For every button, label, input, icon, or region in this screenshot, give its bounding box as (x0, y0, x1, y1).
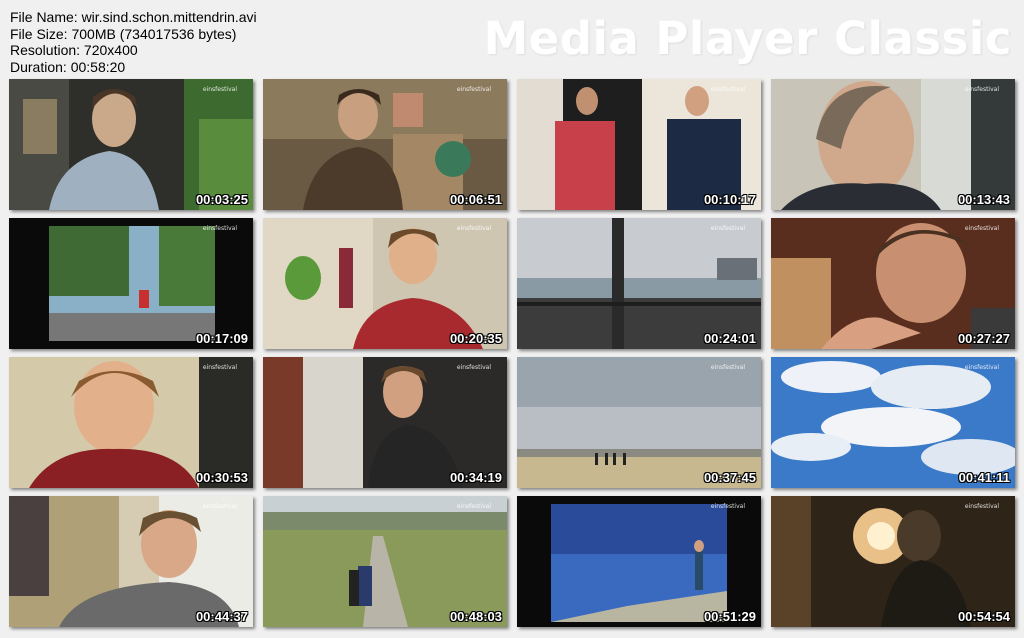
thumbnail-frame (263, 496, 507, 627)
thumbnail[interactable]: einsfestival 00:37:45 (517, 357, 761, 488)
thumbnail-frame (517, 496, 761, 627)
channel-logo: einsfestival (456, 503, 491, 510)
timestamp: 00:24:01 (703, 331, 756, 346)
thumbnail-frame (263, 218, 507, 349)
channel-logo: einsfestival (964, 503, 999, 510)
timestamp: 00:06:51 (449, 192, 502, 207)
channel-logo: einsfestival (202, 364, 237, 371)
channel-logo: einsfestival (710, 86, 745, 93)
resolution: Resolution: 720x400 (10, 42, 138, 58)
thumbnail-frame (517, 357, 761, 488)
channel-logo: einsfestival (710, 364, 745, 371)
thumbnail-frame (517, 79, 761, 210)
timestamp: 00:37:45 (703, 470, 756, 485)
timestamp: 00:10:17 (703, 192, 756, 207)
timestamp: 00:54:54 (957, 609, 1010, 624)
thumbnail[interactable]: einsfestival 00:44:37 (9, 496, 253, 627)
app-watermark: Media Player Classic (483, 12, 1012, 65)
timestamp: 00:48:03 (449, 609, 502, 624)
thumbnail[interactable]: einsfestival 00:24:01 (517, 218, 761, 349)
file-name: File Name: wir.sind.schon.mittendrin.avi (10, 9, 257, 25)
channel-logo: einsfestival (202, 225, 237, 232)
thumbnail-frame (9, 496, 253, 627)
thumbnail-frame (263, 357, 507, 488)
thumbnail-frame (9, 218, 253, 349)
thumbnail[interactable]: einsfestival 00:51:29 (517, 496, 761, 627)
thumbnail[interactable]: einsfestival 00:30:53 (9, 357, 253, 488)
file-info: File Name: wir.sind.schon.mittendrin.avi… (10, 9, 257, 75)
file-size: File Size: 700MB (734017536 bytes) (10, 25, 237, 42)
channel-logo: einsfestival (202, 503, 237, 510)
timestamp: 00:03:25 (195, 192, 248, 207)
channel-logo: einsfestival (964, 225, 999, 232)
thumbnail-frame (771, 357, 1015, 488)
thumbnail[interactable]: einsfestival 00:48:03 (263, 496, 507, 627)
timestamp: 00:20:35 (449, 331, 502, 346)
thumbnail[interactable]: einsfestival 00:27:27 (771, 218, 1015, 349)
thumbnail-frame (771, 79, 1015, 210)
thumbnail[interactable]: einsfestival 00:13:43 (771, 79, 1015, 210)
channel-logo: einsfestival (202, 86, 237, 93)
timestamp: 00:51:29 (703, 609, 756, 624)
thumbnail-frame (771, 218, 1015, 349)
timestamp: 00:30:53 (195, 470, 248, 485)
thumbnail[interactable]: einsfestival 00:54:54 (771, 496, 1015, 627)
thumbnail[interactable]: einsfestival 00:34:19 (263, 357, 507, 488)
thumbnail-grid: einsfestival 00:03:25 einsfestival 00:06… (9, 79, 1015, 627)
thumbnail[interactable]: einsfestival 00:41:11 (771, 357, 1015, 488)
timestamp: 00:41:11 (958, 470, 1010, 485)
channel-logo: einsfestival (964, 364, 999, 371)
thumbnail[interactable]: einsfestival 00:17:09 (9, 218, 253, 349)
thumbnail[interactable]: einsfestival 00:03:25 (9, 79, 253, 210)
channel-logo: einsfestival (456, 364, 491, 371)
channel-logo: einsfestival (456, 225, 491, 232)
timestamp: 00:27:27 (957, 331, 1010, 346)
timestamp: 00:17:09 (195, 331, 248, 346)
channel-logo: einsfestival (710, 225, 745, 232)
timestamp: 00:34:19 (449, 470, 502, 485)
thumbnail-frame (9, 79, 253, 210)
channel-logo: einsfestival (964, 86, 999, 93)
thumbnail-frame (9, 357, 253, 488)
thumbnail-frame (263, 79, 507, 210)
thumbnail[interactable]: einsfestival 00:10:17 (517, 79, 761, 210)
thumbnail-frame (517, 218, 761, 349)
timestamp: 00:44:37 (195, 609, 248, 624)
thumbnail[interactable]: einsfestival 00:06:51 (263, 79, 507, 210)
channel-logo: einsfestival (456, 86, 491, 93)
duration: Duration: 00:58:20 (10, 58, 126, 75)
thumbnail-frame (771, 496, 1015, 627)
channel-logo: einsfestival (710, 503, 745, 510)
timestamp: 00:13:43 (957, 192, 1010, 207)
thumbnail[interactable]: einsfestival 00:20:35 (263, 218, 507, 349)
